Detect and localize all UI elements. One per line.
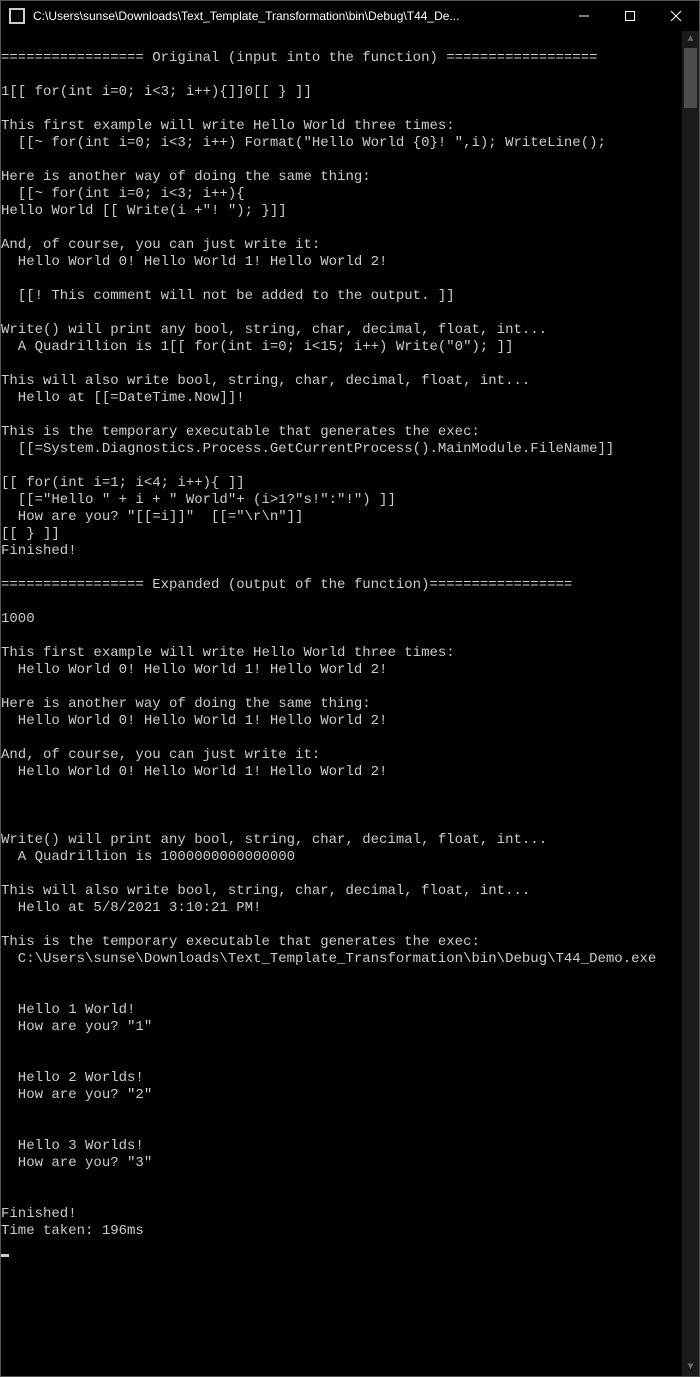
console-line: [1, 305, 682, 322]
console-line: [1, 33, 682, 50]
scroll-up-button[interactable]: ▲: [682, 31, 699, 48]
console-line: Hello World 0! Hello World 1! Hello Worl…: [1, 254, 682, 271]
scroll-thumb[interactable]: [684, 48, 697, 108]
console-line: [1, 917, 682, 934]
console-line: Hello 1 World!: [1, 1002, 682, 1019]
console-line: [1, 1104, 682, 1121]
close-icon: [671, 11, 681, 21]
console-line: This will also write bool, string, char,…: [1, 883, 682, 900]
console-line: [1, 560, 682, 577]
close-button[interactable]: [653, 1, 699, 31]
console-line: And, of course, you can just write it:: [1, 747, 682, 764]
console-line: Here is another way of doing the same th…: [1, 696, 682, 713]
console-line: How are you? "1": [1, 1019, 682, 1036]
console-line: [1, 152, 682, 169]
console-line: [1, 781, 682, 798]
console-line: [1, 271, 682, 288]
console-line: [[="Hello " + i + " World"+ (i>1?"s!":"!…: [1, 492, 682, 509]
console-line: C:\Users\sunse\Downloads\Text_Template_T…: [1, 951, 682, 968]
console-line: ================= Expanded (output of th…: [1, 577, 682, 594]
console-line: 1000: [1, 611, 682, 628]
console-line: Hello World 0! Hello World 1! Hello Worl…: [1, 713, 682, 730]
vertical-scrollbar[interactable]: ▲ ▼: [682, 31, 699, 1376]
console-line: Hello 2 Worlds!: [1, 1070, 682, 1087]
console-line: [[! This comment will not be added to th…: [1, 288, 682, 305]
console-line: A Quadrillion is 1[[ for(int i=0; i<15; …: [1, 339, 682, 356]
console-line: [1, 679, 682, 696]
console-line: This is the temporary executable that ge…: [1, 424, 682, 441]
console-line: [1, 101, 682, 118]
app-icon: [9, 8, 25, 24]
maximize-icon: [625, 11, 635, 21]
console-line: Finished!: [1, 1206, 682, 1223]
minimize-button[interactable]: [561, 1, 607, 31]
cursor: [1, 1254, 9, 1257]
console-line: Finished!: [1, 543, 682, 560]
console-line: [1, 1053, 682, 1070]
console-line: Hello 3 Worlds!: [1, 1138, 682, 1155]
console-line: [1, 815, 682, 832]
console-line: [1, 407, 682, 424]
console-line: [1, 985, 682, 1002]
console-line: This first example will write Hello Worl…: [1, 118, 682, 135]
window-title: C:\Users\sunse\Downloads\Text_Template_T…: [33, 9, 459, 23]
console-line: 1[[ for(int i=0; i<3; i++){]]0[[ } ]]: [1, 84, 682, 101]
console-line: [[~ for(int i=0; i<3; i++){: [1, 186, 682, 203]
scroll-down-button[interactable]: ▼: [682, 1359, 699, 1376]
console-line: [[=System.Diagnostics.Process.GetCurrent…: [1, 441, 682, 458]
console-line: This is the temporary executable that ge…: [1, 934, 682, 951]
console-line: [1, 1121, 682, 1138]
console-line: [1, 458, 682, 475]
console-line: Write() will print any bool, string, cha…: [1, 832, 682, 849]
console-line: Time taken: 196ms: [1, 1223, 682, 1240]
console-line: [1, 67, 682, 84]
console-line: Write() will print any bool, string, cha…: [1, 322, 682, 339]
console-line: [1, 798, 682, 815]
console-line: [1, 220, 682, 237]
console-line: And, of course, you can just write it:: [1, 237, 682, 254]
console-line: How are you? "3": [1, 1155, 682, 1172]
console-line: [[ } ]]: [1, 526, 682, 543]
console-cursor-line: [1, 1240, 682, 1257]
console-line: This will also write bool, string, char,…: [1, 373, 682, 390]
console-line: [1, 1189, 682, 1206]
console-line: [[ for(int i=1; i<4; i++){ ]]: [1, 475, 682, 492]
console-window: C:\Users\sunse\Downloads\Text_Template_T…: [0, 0, 700, 1377]
console-output[interactable]: ================= Original (input into t…: [1, 31, 682, 1376]
console-line: [1, 1036, 682, 1053]
console-line: Hello at 5/8/2021 3:10:21 PM!: [1, 900, 682, 917]
console-line: A Quadrillion is 1000000000000000: [1, 849, 682, 866]
console-line: How are you? "[[=i]]" [[="\r\n"]]: [1, 509, 682, 526]
console-line: [1, 1172, 682, 1189]
console-line: [1, 356, 682, 373]
console-line: [1, 628, 682, 645]
console-line: [1, 594, 682, 611]
titlebar[interactable]: C:\Users\sunse\Downloads\Text_Template_T…: [1, 1, 699, 31]
minimize-icon: [579, 11, 589, 21]
console-line: ================= Original (input into t…: [1, 50, 682, 67]
console-line: Hello World 0! Hello World 1! Hello Worl…: [1, 662, 682, 679]
console-line: [1, 968, 682, 985]
console-line: [[~ for(int i=0; i<3; i++) Format("Hello…: [1, 135, 682, 152]
client-area: ================= Original (input into t…: [1, 31, 699, 1376]
console-line: How are you? "2": [1, 1087, 682, 1104]
console-line: [1, 866, 682, 883]
console-line: [1, 730, 682, 747]
console-line: Hello World [[ Write(i +"! "); }]]: [1, 203, 682, 220]
console-line: Hello World 0! Hello World 1! Hello Worl…: [1, 764, 682, 781]
console-line: Hello at [[=DateTime.Now]]!: [1, 390, 682, 407]
console-line: Here is another way of doing the same th…: [1, 169, 682, 186]
maximize-button[interactable]: [607, 1, 653, 31]
console-line: This first example will write Hello Worl…: [1, 645, 682, 662]
